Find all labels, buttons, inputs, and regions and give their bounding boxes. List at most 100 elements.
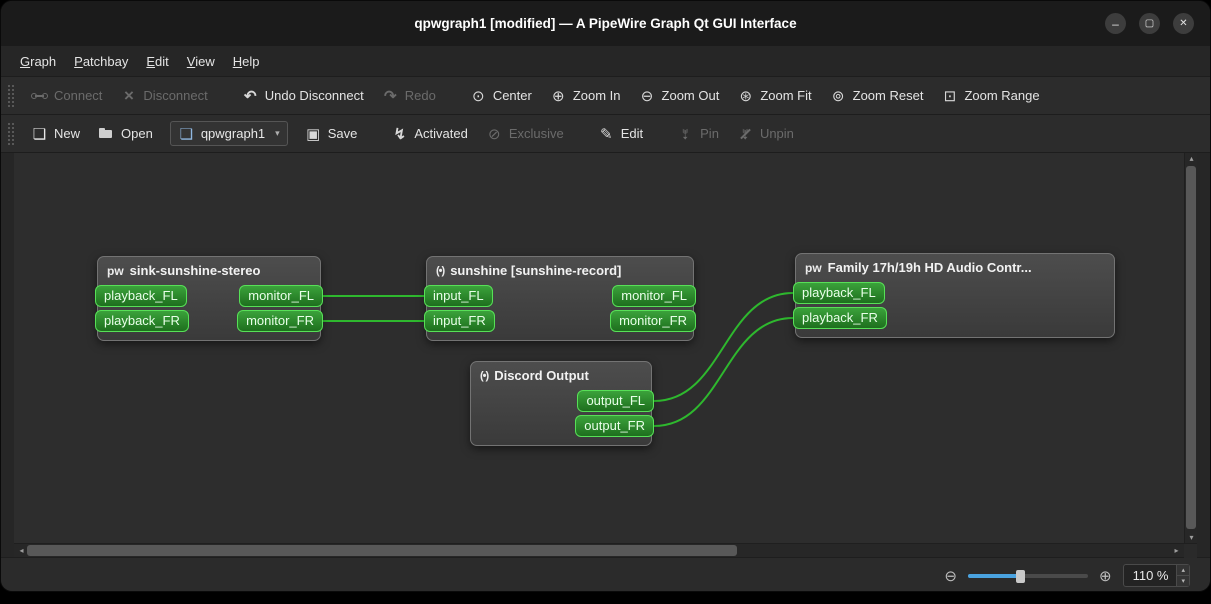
audio-port[interactable]: playback_FL: [95, 285, 187, 307]
zoom-out-button[interactable]: Zoom Out: [630, 82, 729, 109]
node-family[interactable]: Family 17h/19h HD Audio Contr... playback…: [793, 253, 1115, 338]
port-row: playback_FL: [793, 282, 1114, 304]
toolbar-button-label: Exclusive: [508, 126, 564, 141]
audio-port[interactable]: output_FR: [575, 415, 654, 437]
toolbar-button-label: Pin: [700, 126, 719, 141]
vertical-scroll-handle[interactable]: [1186, 166, 1196, 529]
menu-help[interactable]: Help: [224, 50, 269, 73]
audio-port[interactable]: output_FL: [577, 390, 654, 412]
connections-layer: [322, 292, 794, 427]
zoom-spinbox[interactable]: 110 %: [1122, 564, 1190, 587]
connect-icon: [31, 87, 48, 104]
graph-canvas[interactable]: sink-sunshine-stereo playback_FL monitor_F…: [14, 153, 1197, 543]
zoom-out-icon[interactable]: [944, 567, 957, 585]
statusbar: 110 %: [1, 557, 1210, 591]
edit-icon: [598, 125, 615, 142]
unpin-button[interactable]: Unpin: [728, 120, 803, 147]
zoom-fit-button[interactable]: Zoom Fit: [728, 82, 820, 109]
toolbar-button-label: Zoom Fit: [760, 88, 812, 103]
toolbar-button-label: Open: [121, 126, 153, 141]
minimize-icon[interactable]: [1105, 13, 1126, 34]
audio-port[interactable]: input_FR: [424, 310, 495, 332]
scroll-down-icon[interactable]: [1185, 533, 1197, 542]
audio-port[interactable]: playback_FR: [95, 310, 189, 332]
patchbay-select-value: qpwgraph1: [200, 126, 266, 141]
port-row: input_FL monitor_FL: [424, 285, 696, 307]
toolbar-button-label: Redo: [404, 88, 436, 103]
zoom-in-icon[interactable]: [1099, 567, 1112, 585]
disconnect-button[interactable]: Disconnect: [111, 82, 216, 109]
port-row: playback_FR monitor_FR: [95, 310, 323, 332]
audio-port[interactable]: playback_FR: [793, 307, 887, 329]
app-window: qpwgraph1 [modified] — A PipeWire Graph …: [0, 0, 1211, 592]
close-icon[interactable]: [1173, 13, 1194, 34]
connect-button[interactable]: Connect: [22, 82, 111, 109]
port-row: input_FR monitor_FR: [424, 310, 696, 332]
scroll-right-icon[interactable]: [1170, 546, 1183, 555]
node-sink[interactable]: sink-sunshine-stereo playback_FL monitor_F…: [95, 256, 323, 341]
spin-up-icon[interactable]: [1177, 565, 1189, 575]
toolbar-graph: Connect Disconnect Undo Disconnect Redo Cent…: [1, 77, 1210, 115]
pin-button[interactable]: Pin: [668, 120, 728, 147]
toolbar-drag-handle[interactable]: [8, 84, 14, 107]
zoom-slider-track[interactable]: [968, 573, 1088, 578]
patchbay-select[interactable]: qpwgraph1 ▾: [169, 121, 288, 146]
undo-disconnect-button[interactable]: Undo Disconnect: [233, 82, 373, 109]
new-button[interactable]: New: [22, 120, 89, 147]
menu-edit[interactable]: Edit: [137, 50, 177, 73]
spin-buttons: [1176, 565, 1189, 586]
zoom-in-button[interactable]: Zoom In: [541, 82, 630, 109]
vertical-scrollbar[interactable]: [1184, 153, 1197, 543]
node-sunshine[interactable]: sunshine [sunshine-record]input_FLmonito…: [424, 256, 696, 341]
audio-port[interactable]: monitor_FR: [237, 310, 323, 332]
menubar: Graph Patchbay Edit View Help: [1, 46, 1210, 77]
zoom-reset-button[interactable]: Zoom Reset: [821, 82, 933, 109]
spin-down-icon[interactable]: [1177, 575, 1189, 586]
patchbay-file-icon: [178, 125, 195, 142]
menu-view[interactable]: View: [178, 50, 224, 73]
audio-port[interactable]: monitor_FL: [239, 285, 323, 307]
node-discord[interactable]: Discord Output output_FL output_FR: [470, 361, 654, 446]
central-area: sink-sunshine-stereo playback_FL monitor_F…: [14, 153, 1197, 558]
save-icon: [305, 125, 322, 142]
exclusive-icon: [486, 125, 503, 142]
new-icon: [31, 125, 48, 142]
zoom-slider[interactable]: [968, 568, 1088, 584]
redo-icon: [382, 87, 399, 104]
toolbar-button-label: Save: [327, 126, 358, 141]
menu-graph[interactable]: Graph: [11, 50, 65, 73]
audio-icon: [480, 370, 488, 382]
horizontal-scroll-handle[interactable]: [27, 545, 737, 556]
zoom-slider-handle[interactable]: [1015, 569, 1025, 583]
audio-port[interactable]: playback_FL: [793, 282, 885, 304]
zoom-range-button[interactable]: Zoom Range: [932, 82, 1048, 109]
edit-button[interactable]: Edit: [589, 120, 652, 147]
audio-port[interactable]: monitor_FR: [610, 310, 696, 332]
open-button[interactable]: Open: [89, 120, 162, 147]
window-controls: [1105, 13, 1194, 34]
save-button[interactable]: Save: [296, 120, 367, 147]
redo-button[interactable]: Redo: [373, 82, 445, 109]
exclusive-button[interactable]: Exclusive: [477, 120, 573, 147]
activated-button[interactable]: Activated: [382, 120, 476, 147]
undo-icon: [242, 87, 259, 104]
titlebar[interactable]: qpwgraph1 [modified] — A PipeWire Graph …: [1, 1, 1210, 46]
open-icon: [98, 125, 115, 142]
scroll-up-icon[interactable]: [1185, 154, 1197, 163]
audio-icon: [436, 265, 444, 277]
window-title: qpwgraph1 [modified] — A PipeWire Graph …: [414, 16, 797, 31]
toolbar-drag-handle[interactable]: [8, 122, 14, 145]
menu-patchbay[interactable]: Patchbay: [65, 50, 137, 73]
toolbar-button-label: Zoom Range: [964, 88, 1040, 103]
center-button[interactable]: Center: [461, 82, 541, 109]
audio-port[interactable]: monitor_FL: [612, 285, 696, 307]
chevron-down-icon: ▾: [275, 128, 280, 138]
maximize-icon[interactable]: [1139, 13, 1160, 34]
toolbar-button-label: Zoom Reset: [852, 88, 924, 103]
toolbar-button-label: Zoom Out: [661, 88, 720, 103]
horizontal-scrollbar[interactable]: [14, 543, 1197, 558]
port-row: output_FL: [471, 390, 654, 412]
audio-port[interactable]: input_FL: [424, 285, 493, 307]
disconnect-icon: [120, 87, 137, 104]
pipewire-icon: [805, 261, 822, 275]
